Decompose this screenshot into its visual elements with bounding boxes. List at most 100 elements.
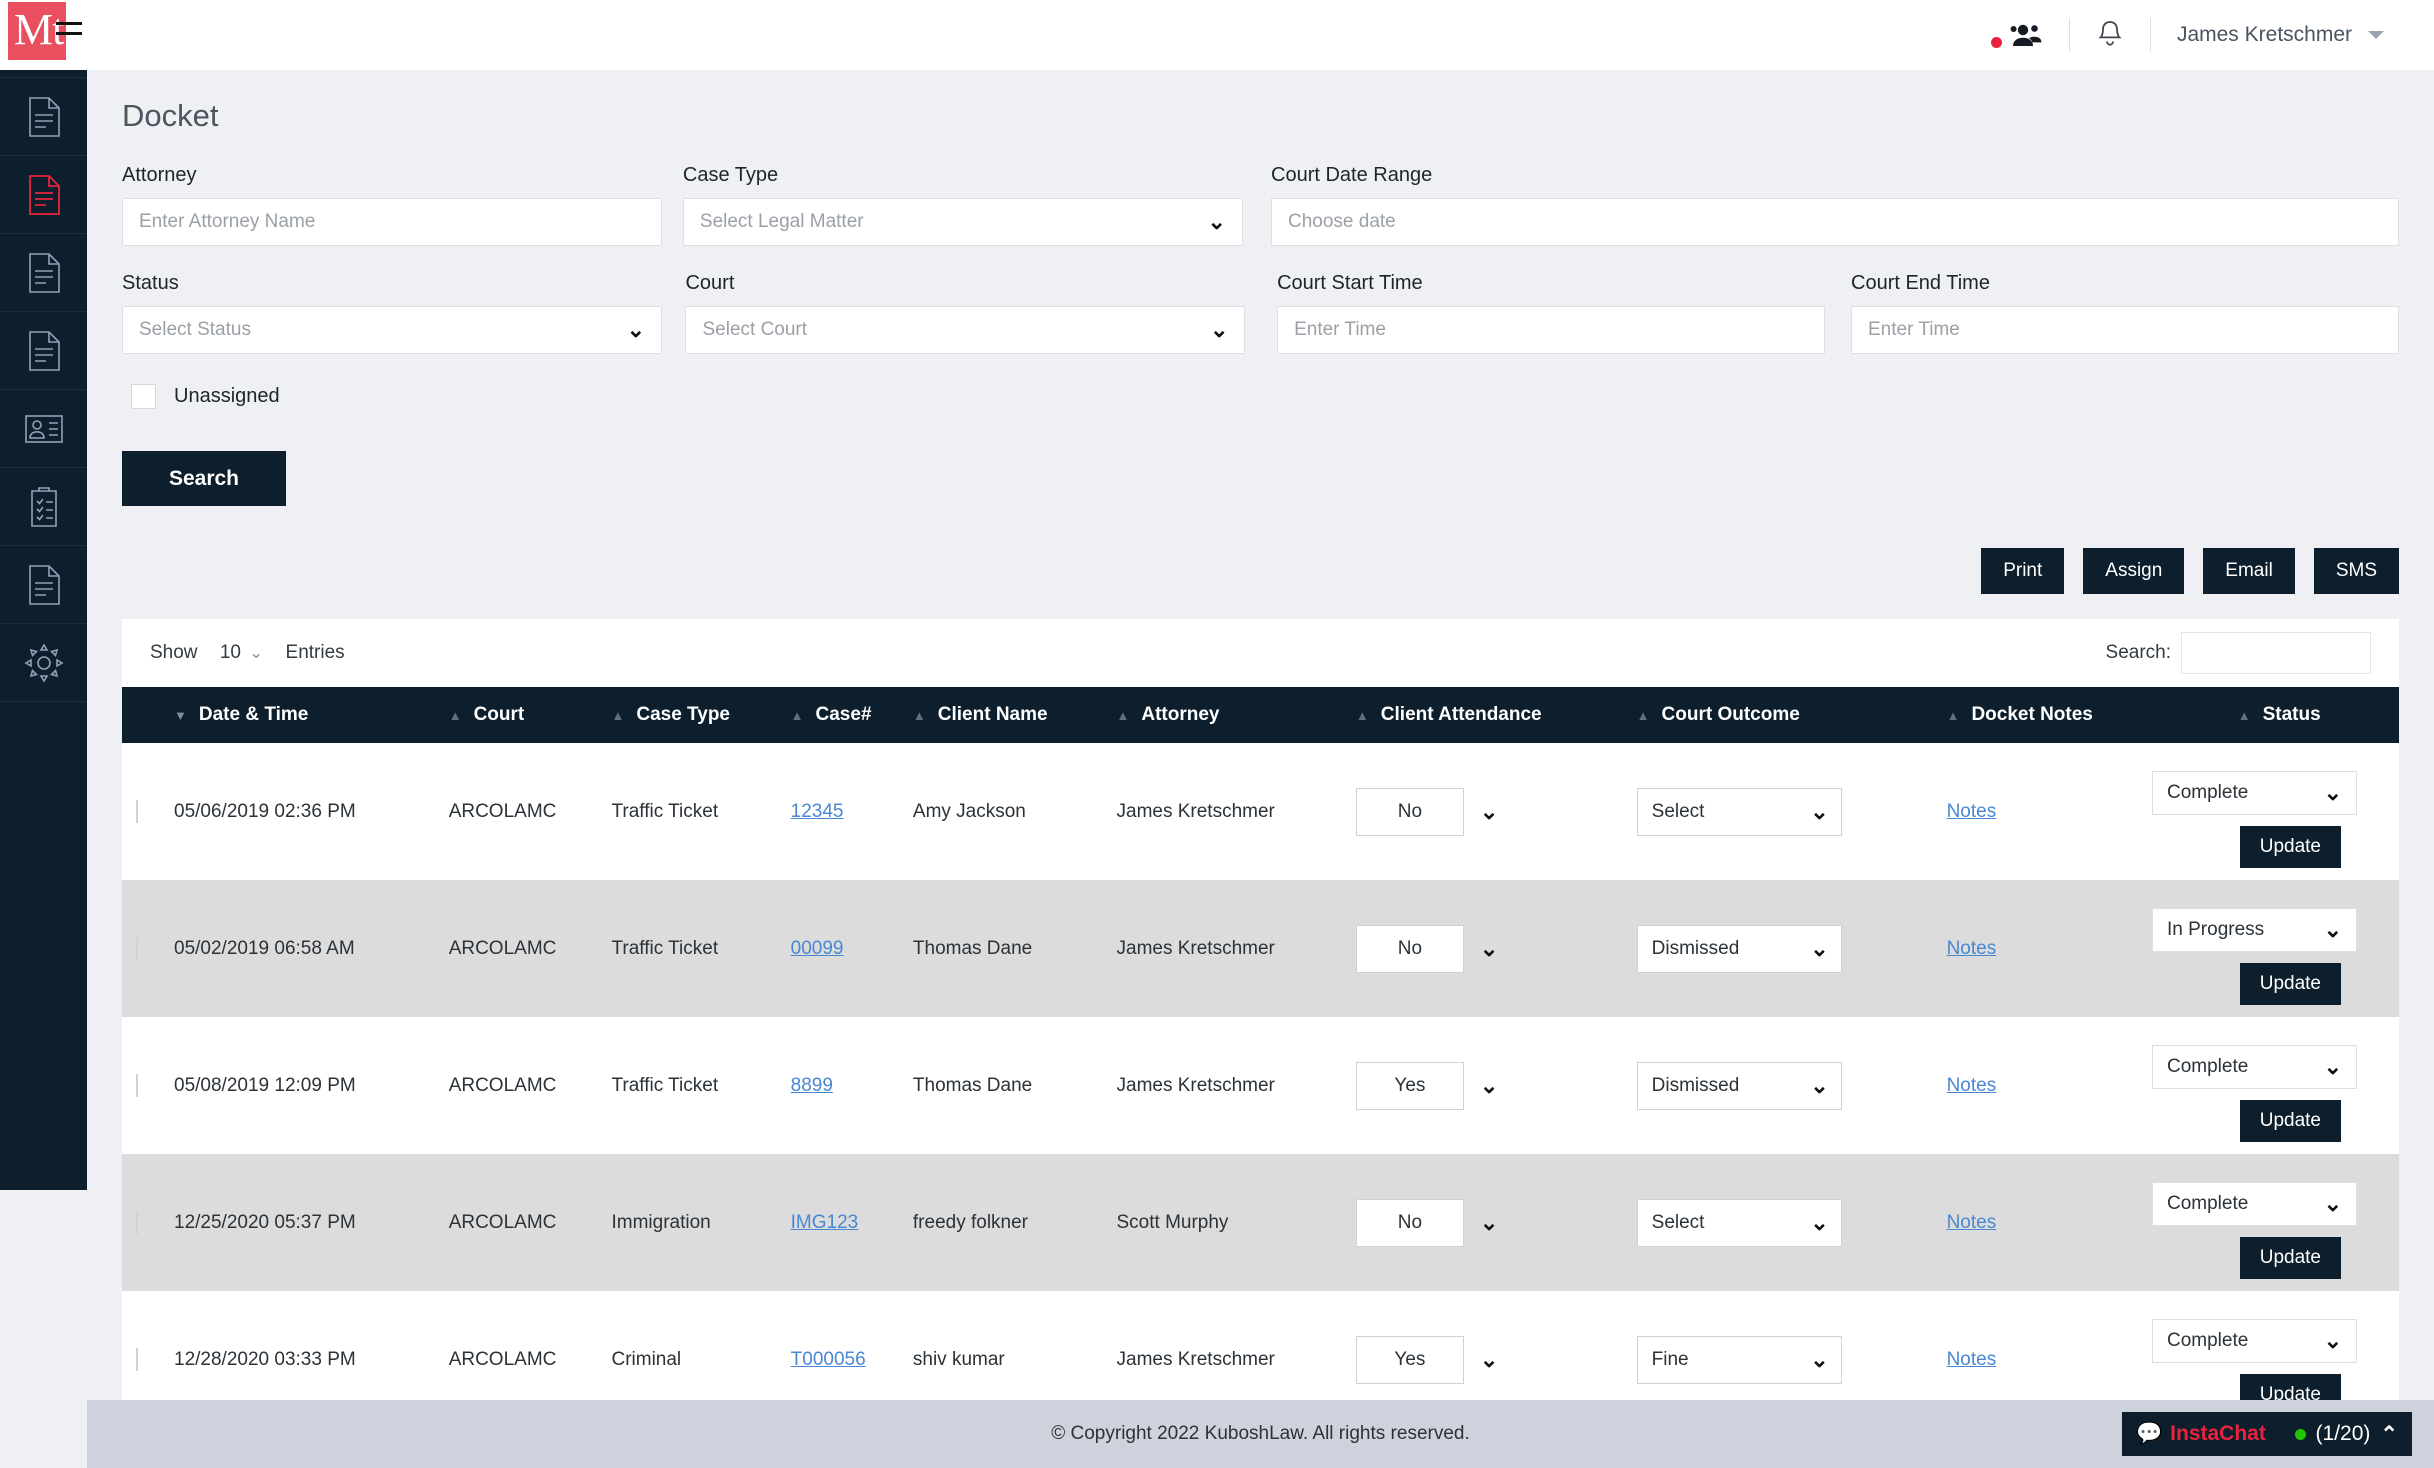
- update-button[interactable]: Update: [2239, 826, 2341, 868]
- row-checkbox[interactable]: [136, 1210, 138, 1234]
- status-select[interactable]: Complete ⌄: [2152, 1319, 2357, 1363]
- case-number-link[interactable]: 12345: [791, 801, 844, 822]
- search-button[interactable]: Search: [122, 451, 286, 506]
- column-header-date-time[interactable]: ▼ Date & Time: [174, 687, 449, 743]
- case-number-link[interactable]: IMG123: [791, 1212, 859, 1233]
- chevron-down-icon[interactable]: ⌄: [1480, 936, 1498, 962]
- status-select[interactable]: In Progress ⌄: [2152, 908, 2357, 952]
- client-attendance-select[interactable]: No: [1355, 924, 1464, 973]
- sidebar-item-contacts[interactable]: [0, 390, 87, 468]
- update-button[interactable]: Update: [2239, 963, 2341, 1005]
- sidebar-item-settings[interactable]: [0, 624, 87, 702]
- unassigned-filter[interactable]: Unassigned: [131, 384, 2399, 409]
- cell-case-number: IMG123: [790, 1154, 913, 1291]
- sidebar-item-tasks[interactable]: [0, 468, 87, 546]
- court-outcome-select[interactable]: Fine ⌄: [1636, 1335, 1842, 1384]
- filter-row-2: Status Select Status ⌄ Court Select Cour…: [122, 272, 2399, 376]
- docket-table: ▼ Date & Time ▲ Court ▲ Case Type ▲ Case# ▲ Clien…: [122, 687, 2399, 1428]
- instachat-status: (1/20) ⌃: [2294, 1422, 2398, 1447]
- table-row[interactable]: 12/25/2020 05:37 PM ARCOLAMC Immigration IM…: [122, 1154, 2399, 1291]
- instachat-count: (1/20): [2315, 1422, 2371, 1445]
- case-number-link[interactable]: 00099: [791, 938, 844, 959]
- email-button[interactable]: Email: [2203, 548, 2295, 594]
- client-attendance-select[interactable]: No: [1355, 787, 1464, 836]
- sidebar-item-docket[interactable]: [0, 156, 87, 234]
- chevron-down-icon[interactable]: ⌄: [1480, 1347, 1498, 1373]
- column-header-client-attendance[interactable]: ▲ Client Attendance: [1355, 687, 1637, 743]
- sms-button[interactable]: SMS: [2313, 548, 2399, 594]
- assign-button[interactable]: Assign: [2083, 548, 2185, 594]
- instachat-widget[interactable]: 💬 InstaChat (1/20) ⌃: [2122, 1412, 2412, 1456]
- cell-client-attendance: Yes ⌄: [1355, 1017, 1637, 1154]
- hamburger-menu-icon[interactable]: [56, 22, 82, 42]
- column-header-case-type[interactable]: ▲ Case Type: [611, 687, 791, 743]
- status-select[interactable]: Select Status ⌄: [122, 306, 662, 354]
- notes-link[interactable]: Notes: [1947, 938, 1997, 959]
- notes-link[interactable]: Notes: [1947, 1212, 1997, 1233]
- status-select[interactable]: Complete ⌄: [2152, 1045, 2357, 1089]
- table-header-row: ▼ Date & Time ▲ Court ▲ Case Type ▲ Case# ▲ Clien…: [122, 687, 2399, 743]
- column-header-court-outcome[interactable]: ▲ Court Outcome: [1636, 687, 1947, 743]
- document-icon: [27, 174, 61, 216]
- court-start-time-input[interactable]: Enter Time: [1277, 306, 1826, 354]
- row-checkbox[interactable]: [136, 1347, 138, 1371]
- notes-link[interactable]: Notes: [1947, 1075, 1997, 1096]
- users-button[interactable]: [1965, 18, 2069, 52]
- status-select[interactable]: Complete ⌄: [2152, 771, 2357, 815]
- column-header-client-name[interactable]: ▲ Client Name: [912, 687, 1117, 743]
- notification-dot-icon: [1990, 36, 2002, 48]
- row-checkbox[interactable]: [136, 936, 138, 960]
- court-outcome-select[interactable]: Select ⌄: [1636, 787, 1842, 836]
- update-button[interactable]: Update: [2239, 1100, 2341, 1142]
- print-button[interactable]: Print: [1981, 548, 2065, 594]
- sidebar-item-reports[interactable]: [0, 312, 87, 390]
- court-select[interactable]: Select Court ⌄: [685, 306, 1246, 354]
- status-filter: Status Select Status ⌄: [122, 272, 662, 354]
- court-date-range-input[interactable]: Choose date: [1271, 198, 2399, 246]
- notifications-button[interactable]: [2070, 18, 2150, 52]
- case-number-link[interactable]: T000056: [791, 1349, 866, 1370]
- notes-link[interactable]: Notes: [1947, 801, 1997, 822]
- chevron-down-icon[interactable]: ⌄: [1480, 799, 1498, 825]
- case-number-link[interactable]: 8899: [791, 1075, 833, 1096]
- chevron-up-icon[interactable]: ⌃: [2380, 1422, 2398, 1447]
- column-header-attorney[interactable]: ▲ Attorney: [1116, 687, 1356, 743]
- sidebar-item-cases[interactable]: [0, 234, 87, 312]
- id-card-icon: [24, 413, 64, 445]
- row-checkbox[interactable]: [136, 799, 138, 823]
- table-row[interactable]: 05/02/2019 06:58 AM ARCOLAMC Traffic Ticke…: [122, 880, 2399, 1017]
- case-type-select[interactable]: Select Legal Matter ⌄: [682, 198, 1243, 246]
- court-end-time-input[interactable]: Enter Time: [1851, 306, 2399, 354]
- page-size-select[interactable]: 10 ⌄: [205, 632, 278, 674]
- row-checkbox[interactable]: [136, 1073, 138, 1097]
- court-outcome-select[interactable]: Select ⌄: [1636, 1198, 1842, 1247]
- table-row[interactable]: 05/06/2019 02:36 PM ARCOLAMC Traffic Ticke…: [122, 743, 2399, 880]
- client-attendance-select[interactable]: Yes: [1355, 1335, 1464, 1384]
- column-header-court[interactable]: ▲ Court: [448, 687, 612, 743]
- court-outcome-select[interactable]: Dismissed ⌄: [1636, 924, 1842, 973]
- notes-link[interactable]: Notes: [1947, 1349, 1997, 1370]
- column-header-case[interactable]: ▲ Case#: [790, 687, 913, 743]
- table-row[interactable]: 05/08/2019 12:09 PM ARCOLAMC Traffic Ticke…: [122, 1017, 2399, 1154]
- cell-case-number: 12345: [790, 743, 913, 880]
- user-menu[interactable]: James Kretschmer: [2151, 18, 2410, 52]
- cell-court: ARCOLAMC: [448, 1017, 612, 1154]
- unassigned-checkbox[interactable]: [131, 384, 156, 409]
- column-header-status[interactable]: ▲ Status: [2167, 687, 2399, 743]
- attorney-input[interactable]: Enter Attorney Name: [122, 198, 662, 246]
- client-attendance-select[interactable]: Yes: [1355, 1061, 1464, 1110]
- chevron-down-icon[interactable]: ⌄: [1480, 1073, 1498, 1099]
- update-button[interactable]: Update: [2239, 1237, 2341, 1279]
- client-attendance-select[interactable]: No: [1355, 1198, 1464, 1247]
- search-input[interactable]: [2181, 632, 2371, 674]
- column-header-label: Date & Time: [198, 704, 309, 725]
- chevron-down-icon[interactable]: ⌄: [1480, 1210, 1498, 1236]
- client-attendance-value: No: [1397, 800, 1423, 822]
- status-select[interactable]: Complete ⌄: [2152, 1182, 2357, 1226]
- court-outcome-select[interactable]: Dismissed ⌄: [1636, 1061, 1842, 1110]
- sidebar-item-documents[interactable]: [0, 78, 87, 156]
- sidebar-item-invoices[interactable]: [0, 546, 87, 624]
- client-attendance-value: No: [1397, 1211, 1423, 1233]
- page-footer: © Copyright 2022 KuboshLaw. All rights r…: [87, 1400, 2434, 1468]
- column-header-docket-notes[interactable]: ▲ Docket Notes: [1946, 687, 2168, 743]
